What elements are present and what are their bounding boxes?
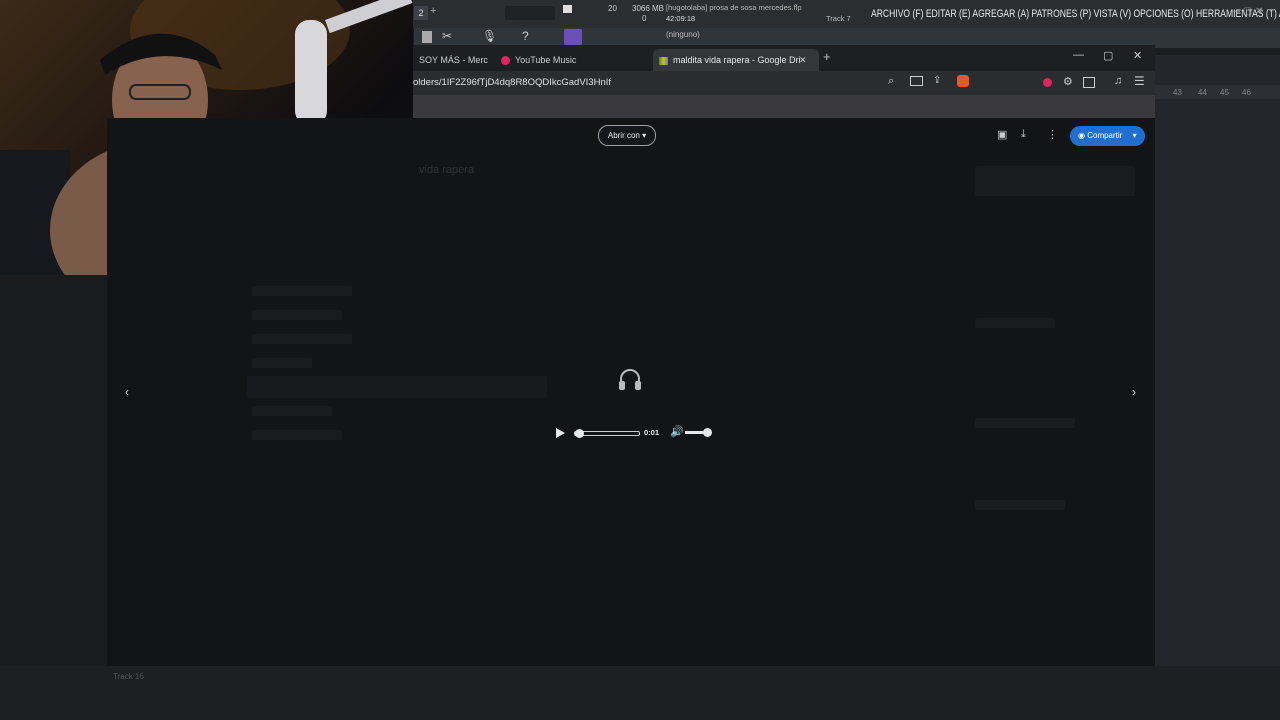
download-icon[interactable]: ⤓	[1021, 128, 1026, 141]
tab-soy-mas[interactable]: SOY MÁS - Merc	[413, 49, 499, 71]
ghost-side-row	[975, 318, 1055, 328]
headphones-icon	[617, 366, 643, 397]
hint-bar: [hugotolaba] prosa de sosa mercedes.flp	[666, 3, 816, 12]
share-icon: ◉	[1078, 131, 1085, 140]
chevron-left-icon: ‹	[125, 385, 129, 399]
url-text[interactable]: olders/1IF2Z96fTjD4dq8R8OQDIkcGadVI3HnIf	[413, 77, 611, 88]
share-label: Compartir	[1087, 131, 1123, 140]
ghost-row	[252, 406, 332, 416]
memory-value: 3066 MB	[632, 4, 665, 13]
volume-thumb[interactable]	[703, 428, 712, 437]
tab-google-drive[interactable]: maldita vida rapera - Google Dri ✕	[653, 49, 819, 71]
share-button[interactable]: ◉ Compartir ▾	[1070, 126, 1145, 146]
ruler-number: 43	[1173, 88, 1182, 97]
cpu-bar	[563, 5, 572, 13]
cast-icon[interactable]	[910, 76, 923, 86]
fl-playlist-panel: 43 44 45 46	[1155, 55, 1280, 666]
help-icon[interactable]: ?	[522, 29, 529, 43]
add-pattern-button[interactable]: +	[430, 5, 436, 17]
extensions-icon[interactable]: ⚙	[1063, 75, 1073, 88]
wallet-icon[interactable]	[1083, 77, 1095, 88]
tab-label: maldita vida rapera - Google Dri	[673, 55, 801, 65]
fl-bottom-area: Track 16	[0, 666, 1280, 720]
volume-slider[interactable]	[685, 428, 712, 437]
next-file-button[interactable]: ›	[1124, 382, 1144, 402]
folder-title: vida rapera	[419, 164, 475, 176]
ghost-row	[252, 430, 342, 440]
bottom-track-label: Track 16	[113, 672, 144, 681]
zoom-search-icon[interactable]: ⌕	[888, 75, 894, 88]
tab-label: SOY MÁS - Merc	[419, 55, 488, 65]
seek-bar[interactable]	[574, 429, 640, 438]
new-tab-button[interactable]: +	[823, 49, 831, 64]
chevron-down-icon: ▾	[1132, 131, 1137, 140]
comment-icon[interactable]: ▣	[997, 128, 1007, 141]
fl-main-menu[interactable]: ARCHIVO (F) EDITAR (E) AGREGAR (A) PATRO…	[871, 0, 1280, 28]
open-with-label: Abrir con	[607, 131, 640, 140]
fl-window-controls[interactable]: — ▢ ✕	[1230, 6, 1263, 17]
cpu-value: 20	[608, 4, 617, 13]
browser-tabbar: SOY MÁS - Merc YouTube Music maldita vid…	[413, 45, 1155, 71]
close-tab-icon[interactable]: ✕	[799, 49, 807, 71]
seek-thumb[interactable]	[574, 429, 584, 438]
minimize-button[interactable]: —	[1073, 49, 1084, 61]
bookmarks-bar	[413, 95, 1155, 118]
chevron-right-icon: ›	[1132, 385, 1136, 399]
ruler-number: 46	[1242, 88, 1251, 97]
ghost-row	[252, 310, 342, 320]
menu-icon[interactable]: ☰	[1134, 74, 1145, 88]
audio-player: 0:01 🔊	[552, 424, 712, 442]
voices-value: 0	[642, 14, 647, 23]
ruler-number: 45	[1220, 88, 1229, 97]
close-window-button[interactable]: ✕	[1133, 49, 1142, 62]
volume-icon[interactable]: 🔊	[670, 425, 684, 438]
google-drive-icon	[659, 56, 668, 65]
pattern-number[interactable]: 2	[414, 6, 428, 20]
ghost-side-card	[975, 166, 1135, 196]
ghost-row	[252, 358, 312, 368]
song-time: 42:09:18	[666, 14, 696, 23]
save-icon[interactable]	[422, 31, 432, 43]
mic-icon[interactable]: 🎙	[482, 29, 497, 43]
ghost-row	[252, 286, 352, 296]
previous-file-button[interactable]: ‹	[117, 382, 137, 402]
share-link-icon[interactable]: ⇪	[933, 75, 941, 86]
current-time: 0:01	[644, 428, 660, 437]
playlist-ruler: 43 44 45 46	[1155, 85, 1280, 99]
brave-shield-icon[interactable]	[957, 75, 969, 87]
cut-icon[interactable]: ✂	[442, 29, 452, 43]
channel-selector[interactable]: (ninguno)	[666, 30, 700, 39]
open-with-button[interactable]: Abrir con ▾	[598, 125, 656, 146]
tab-youtube-music[interactable]: YouTube Music	[495, 49, 651, 71]
ghost-side-row	[975, 418, 1075, 428]
piano-roll-icon[interactable]	[564, 29, 582, 45]
more-options-icon[interactable]: ⋮	[1047, 128, 1058, 141]
music-note-icon[interactable]: ♫	[1114, 75, 1122, 87]
project-hint: [hugotolaba] prosa de sosa mercedes.flp	[666, 3, 802, 12]
play-icon[interactable]	[556, 428, 565, 438]
youtube-music-icon	[501, 56, 510, 66]
ghost-row-selected	[247, 376, 547, 398]
tempo-display[interactable]	[505, 6, 555, 20]
track-label: Track 7	[826, 14, 851, 23]
record-icon[interactable]	[1043, 78, 1052, 87]
ruler-number: 44	[1198, 88, 1207, 97]
ghost-row	[252, 334, 352, 344]
cpu-memory-meter: 20 3066 MB 0	[560, 3, 670, 23]
ghost-side-row	[975, 500, 1065, 510]
maximize-button[interactable]: ▢	[1103, 49, 1113, 62]
fl-browser-panel	[0, 275, 107, 666]
tab-label: YouTube Music	[515, 55, 577, 65]
